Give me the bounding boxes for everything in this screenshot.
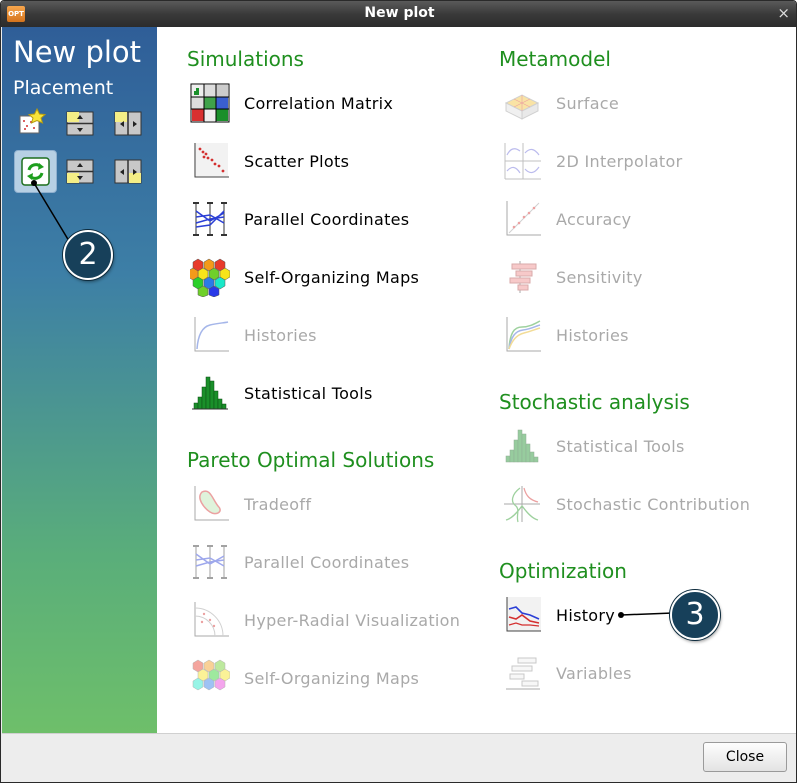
item-pareto-self-organizing-maps[interactable]: Self-Organizing Maps xyxy=(190,658,419,698)
item-optimization-variables[interactable]: Variables xyxy=(502,653,632,693)
item-label: Surface xyxy=(556,93,620,113)
item-label: Statistical Tools xyxy=(556,436,685,456)
item-label: Sensitivity xyxy=(556,267,643,287)
new-plot-dialog: OPT New plot × New plot Placement Simula… xyxy=(0,0,797,783)
scatter-plot-icon xyxy=(194,143,229,178)
section-pareto: Pareto Optimal Solutions xyxy=(187,448,435,472)
item-label: Self-Organizing Maps xyxy=(244,267,420,287)
surface-icon xyxy=(504,94,540,120)
item-sensitivity[interactable]: Sensitivity xyxy=(502,257,643,297)
split-horizontal-bottom-icon xyxy=(114,159,142,184)
variables-icon xyxy=(506,657,540,690)
self-organizing-map-icon xyxy=(190,258,230,297)
item-label: Correlation Matrix xyxy=(244,93,394,113)
split-vertical-bottom-icon xyxy=(66,159,94,184)
item-optimization-history[interactable]: History xyxy=(502,595,615,635)
optimization-history-icon xyxy=(506,597,541,632)
item-scatter-plots[interactable]: Scatter Plots xyxy=(190,141,349,181)
histogram-icon xyxy=(192,376,228,410)
split-vertical-top-icon xyxy=(66,111,94,136)
section-simulations: Simulations xyxy=(187,47,304,71)
placement-split-bottom-button[interactable] xyxy=(65,156,95,186)
placement-label: Placement xyxy=(13,77,114,99)
sidebar: New plot Placement xyxy=(2,27,157,733)
window-title: New plot xyxy=(364,5,435,21)
item-label: Parallel Coordinates xyxy=(244,552,410,572)
item-self-organizing-maps[interactable]: Self-Organizing Maps xyxy=(190,257,419,297)
item-label: Statistical Tools xyxy=(244,383,373,403)
item-correlation-matrix[interactable]: Correlation Matrix xyxy=(190,83,393,123)
correlation-matrix-icon xyxy=(190,83,230,123)
refresh-icon xyxy=(21,157,50,186)
callout-step-3: 3 xyxy=(670,590,720,640)
tradeoff-icon xyxy=(194,486,229,521)
item-pareto-parallel-coordinates[interactable]: Parallel Coordinates xyxy=(190,542,409,582)
section-metamodel: Metamodel xyxy=(499,47,611,71)
accuracy-icon xyxy=(506,201,541,236)
placement-split-side-bottom-button[interactable] xyxy=(113,156,143,186)
item-label: Stochastic Contribution xyxy=(556,494,751,514)
item-label: Self-Organizing Maps xyxy=(244,668,420,688)
sidebar-title: New plot xyxy=(13,35,142,69)
placement-replace-button[interactable] xyxy=(14,150,57,193)
new-window-icon xyxy=(19,107,47,134)
item-parallel-coordinates[interactable]: Parallel Coordinates xyxy=(190,199,409,239)
item-pareto-tradeoff[interactable]: Tradeoff xyxy=(190,484,311,524)
item-label: History xyxy=(556,605,616,625)
histories-icon xyxy=(194,317,229,352)
item-accuracy[interactable]: Accuracy xyxy=(502,199,631,239)
sensitivity-icon xyxy=(509,261,537,293)
placement-new-window-button[interactable] xyxy=(17,107,47,138)
item-hyper-radial-visualization[interactable]: Hyper-Radial Visualization xyxy=(190,600,460,640)
item-label: Tradeoff xyxy=(244,494,312,514)
histogram-icon xyxy=(505,429,539,463)
item-stochastic-statistical-tools[interactable]: Statistical Tools xyxy=(502,426,685,466)
self-organizing-map-icon xyxy=(192,659,230,691)
section-optimization: Optimization xyxy=(499,559,627,583)
callout-step-2: 2 xyxy=(63,230,113,280)
interpolator-icon xyxy=(504,143,541,180)
item-metamodel-histories[interactable]: Histories xyxy=(502,315,629,355)
stochastic-contribution-icon xyxy=(504,486,540,523)
parallel-coordinates-icon xyxy=(193,202,227,236)
item-label: Accuracy xyxy=(556,209,632,229)
close-button[interactable]: Close xyxy=(703,742,787,772)
item-label: Variables xyxy=(556,663,632,683)
item-label: Scatter Plots xyxy=(244,151,350,171)
parallel-coordinates-icon xyxy=(193,545,227,579)
item-surface[interactable]: Surface xyxy=(502,83,619,123)
hyper-radial-icon xyxy=(194,602,229,637)
placement-split-side-top-button[interactable] xyxy=(113,108,143,138)
section-stochastic-analysis: Stochastic analysis xyxy=(499,390,690,414)
item-label: 2D Interpolator xyxy=(556,151,683,171)
item-label: Histories xyxy=(556,325,629,345)
dialog-footer xyxy=(2,733,796,782)
title-bar: OPT New plot × xyxy=(1,1,796,27)
item-label: Parallel Coordinates xyxy=(244,209,410,229)
histories-icon xyxy=(506,317,541,352)
item-label: Hyper-Radial Visualization xyxy=(244,610,461,630)
placement-split-top-button[interactable] xyxy=(65,108,95,138)
item-statistical-tools[interactable]: Statistical Tools xyxy=(190,373,373,413)
window-close-icon[interactable]: × xyxy=(777,4,790,22)
split-horizontal-top-icon xyxy=(114,111,142,136)
item-histories[interactable]: Histories xyxy=(190,315,317,355)
item-stochastic-contribution[interactable]: Stochastic Contribution xyxy=(502,484,750,524)
item-2d-interpolator[interactable]: 2D Interpolator xyxy=(502,141,682,181)
item-label: Histories xyxy=(244,325,317,345)
